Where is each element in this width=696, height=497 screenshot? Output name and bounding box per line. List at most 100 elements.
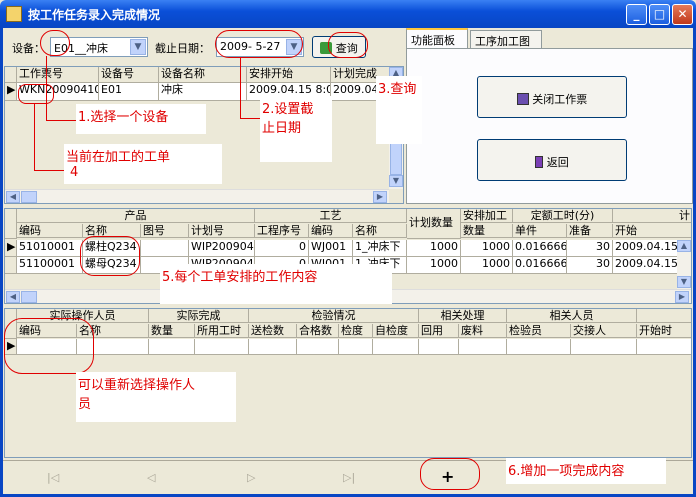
- col-header[interactable]: 数量: [149, 324, 195, 338]
- col-header[interactable]: 开始时: [637, 324, 691, 338]
- annotation-2-line1: 2.设置截: [262, 102, 314, 117]
- annotation-circle: [420, 458, 480, 490]
- app-icon: [6, 6, 22, 22]
- scroll-up-icon[interactable]: ▲: [677, 240, 691, 252]
- table-cell[interactable]: [339, 339, 373, 355]
- group-header: 计划数量: [407, 209, 461, 239]
- scroll-left-icon[interactable]: ◀: [6, 291, 20, 303]
- vertical-scrollbar[interactable]: ▲ ▼: [677, 240, 691, 290]
- col-header[interactable]: 废料: [459, 324, 507, 338]
- table-cell[interactable]: 51100001: [17, 257, 83, 274]
- table-cell[interactable]: 1_冲床下: [353, 240, 407, 257]
- table-cell[interactable]: [249, 339, 297, 355]
- col-header[interactable]: 开始: [613, 224, 691, 238]
- annotation-6-line2: 员: [78, 397, 92, 412]
- maximize-button[interactable]: □: [649, 4, 670, 25]
- scroll-right-icon[interactable]: ▶: [675, 291, 689, 303]
- chevron-down-icon[interactable]: ▼: [130, 39, 146, 55]
- scroll-left-icon[interactable]: ◀: [6, 191, 20, 203]
- annotation-7: 6.增加一项完成内容: [506, 458, 666, 484]
- row-indicator: ▶: [5, 83, 17, 101]
- table-cell[interactable]: [373, 339, 419, 355]
- table-cell[interactable]: [141, 240, 189, 257]
- annotation-circle: [4, 318, 94, 374]
- annotation-circle: [215, 30, 303, 58]
- col-header[interactable]: 所用工时: [195, 324, 249, 338]
- scroll-down-icon[interactable]: ▼: [389, 175, 403, 187]
- col-header[interactable]: 检验员: [507, 324, 571, 338]
- col-header[interactable]: 安排开始: [247, 67, 331, 83]
- col-header[interactable]: 工程序号: [255, 224, 309, 238]
- close-button[interactable]: ✕: [672, 4, 693, 25]
- scroll-thumb[interactable]: [21, 191, 37, 203]
- annotation-2-line2: 止日期: [262, 121, 302, 136]
- col-header[interactable]: 设备名称: [159, 67, 247, 83]
- table-cell[interactable]: 1000: [407, 240, 461, 257]
- annotation-6: 可以重新选择操作人员: [76, 372, 236, 422]
- close-ticket-label: 关闭工作票: [532, 93, 588, 106]
- horizontal-scrollbar[interactable]: ◀ ▶: [5, 189, 389, 203]
- function-panel: 关闭工作票 返回: [406, 48, 693, 204]
- annotation-circle: [18, 84, 54, 104]
- tab-strip: 功能面板 工序加工图: [406, 28, 693, 50]
- annotation-4-line1: 当前在加工的工单: [66, 150, 171, 165]
- first-record-button[interactable]: |◁: [47, 471, 59, 484]
- table-cell[interactable]: 1000: [407, 257, 461, 274]
- date-label: 截止日期：: [155, 42, 210, 55]
- tab-process-drawing[interactable]: 工序加工图: [470, 30, 542, 48]
- table-cell[interactable]: WJ001: [309, 240, 353, 257]
- table-cell[interactable]: [637, 339, 691, 355]
- table-cell[interactable]: 0.0166666: [513, 240, 567, 257]
- prev-record-button[interactable]: ◁: [147, 471, 155, 484]
- table-cell[interactable]: [149, 339, 195, 355]
- table-cell[interactable]: 0.0166666: [513, 257, 567, 274]
- table-cell[interactable]: 1000: [461, 257, 513, 274]
- group-header: 安排加工: [461, 209, 513, 223]
- last-record-button[interactable]: ▷|: [343, 471, 355, 484]
- col-header[interactable]: 编码: [17, 224, 83, 238]
- col-header[interactable]: 自检度: [373, 324, 419, 338]
- col-header[interactable]: 工作票号: [17, 67, 99, 83]
- table-cell[interactable]: [507, 339, 571, 355]
- annotation-6-line1: 可以重新选择操作人: [78, 378, 196, 393]
- col-header[interactable]: 图号: [141, 224, 189, 238]
- group-header: 计: [613, 209, 691, 223]
- next-record-button[interactable]: ▷: [247, 471, 255, 484]
- minimize-button[interactable]: _: [626, 4, 647, 25]
- col-header[interactable]: 检度: [339, 324, 373, 338]
- col-header[interactable]: 名称: [353, 224, 407, 238]
- group-header: 工艺: [255, 209, 407, 223]
- table-cell[interactable]: [419, 339, 459, 355]
- table-cell[interactable]: 0: [255, 240, 309, 257]
- col-header[interactable]: 数量: [461, 224, 513, 238]
- table-cell[interactable]: [297, 339, 339, 355]
- close-ticket-button[interactable]: 关闭工作票: [477, 76, 627, 118]
- col-header[interactable]: 合格数: [297, 324, 339, 338]
- tab-function-panel[interactable]: 功能面板: [406, 28, 468, 48]
- col-header[interactable]: 单件: [513, 224, 567, 238]
- table-cell[interactable]: [459, 339, 507, 355]
- col-header[interactable]: 送检数: [249, 324, 297, 338]
- col-header[interactable]: 设备号: [99, 67, 159, 83]
- table-cell[interactable]: 冲床: [159, 83, 247, 101]
- col-header[interactable]: 准备: [567, 224, 613, 238]
- scroll-thumb[interactable]: [21, 291, 37, 303]
- table-cell[interactable]: WIP2009041: [189, 240, 255, 257]
- table-cell[interactable]: [571, 339, 637, 355]
- col-header[interactable]: 计划号: [189, 224, 255, 238]
- table-cell[interactable]: 51010001: [17, 240, 83, 257]
- table-cell[interactable]: 1000: [461, 240, 513, 257]
- col-header[interactable]: 回用: [419, 324, 459, 338]
- table-cell[interactable]: 30: [567, 257, 613, 274]
- table-cell[interactable]: 30: [567, 240, 613, 257]
- annotation-4-line2: 4: [70, 165, 79, 180]
- door-icon: [535, 156, 544, 168]
- title-bar: 按工作任务录入完成情况 _ □ ✕: [0, 0, 696, 28]
- back-button[interactable]: 返回: [477, 139, 627, 181]
- col-header[interactable]: 编码: [309, 224, 353, 238]
- scroll-right-icon[interactable]: ▶: [373, 191, 387, 203]
- scroll-down-icon[interactable]: ▼: [677, 276, 691, 288]
- table-cell[interactable]: [195, 339, 249, 355]
- table-cell[interactable]: E01: [99, 83, 159, 101]
- col-header[interactable]: 交接人: [571, 324, 637, 338]
